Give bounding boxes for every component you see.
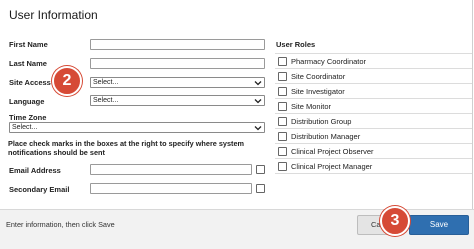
role-label: Distribution Group [291, 117, 352, 126]
role-checkbox[interactable] [278, 132, 287, 141]
role-label: Site Coordinator [291, 72, 346, 81]
role-label: Site Investigator [291, 87, 345, 96]
role-checkbox[interactable] [278, 87, 287, 96]
email-notify-checkbox[interactable] [256, 165, 265, 174]
footer-message: Enter information, then click Save [6, 220, 115, 229]
role-item: Site Monitor [275, 99, 472, 114]
first-name-label: First Name [9, 40, 48, 49]
role-item: Site Coordinator [275, 69, 472, 84]
role-checkbox[interactable] [278, 72, 287, 81]
language-value: Select... [93, 97, 119, 104]
last-name-label: Last Name [9, 59, 47, 68]
role-label: Pharmacy Coordinator [291, 57, 367, 66]
language-select[interactable]: Select... [90, 95, 265, 106]
time-zone-value: Select... [12, 124, 38, 131]
step-3-badge: 3 [380, 206, 410, 236]
role-checkbox[interactable] [278, 147, 287, 156]
secondary-email-input[interactable] [90, 183, 252, 194]
save-button[interactable]: Save [409, 215, 469, 235]
language-label: Language [9, 97, 45, 106]
role-checkbox[interactable] [278, 102, 287, 111]
role-label: Clinical Project Manager [291, 162, 373, 171]
role-item: Distribution Group [275, 114, 472, 129]
chevron-down-icon [254, 126, 262, 131]
role-item: Clinical Project Manager [275, 159, 472, 174]
notification-note: Place check marks in the boxes at the ri… [8, 139, 245, 157]
site-access-select[interactable]: Select... [90, 77, 265, 88]
chevron-down-icon [254, 81, 262, 86]
secondary-email-label: Secondary Email [9, 185, 70, 194]
role-checkbox[interactable] [278, 162, 287, 171]
role-item: Site Investigator [275, 84, 472, 99]
role-label: Clinical Project Observer [291, 147, 374, 156]
role-item: Clinical Project Observer [275, 144, 472, 159]
last-name-input[interactable] [90, 58, 265, 69]
role-checkbox[interactable] [278, 117, 287, 126]
user-roles-title: User Roles [276, 40, 316, 49]
role-label: Distribution Manager [291, 132, 361, 141]
role-checkbox[interactable] [278, 57, 287, 66]
email-label: Email Address [9, 166, 61, 175]
first-name-input[interactable] [90, 39, 265, 50]
panel-right-border [472, 0, 473, 209]
time-zone-label: Time Zone [9, 113, 47, 122]
email-input[interactable] [90, 164, 252, 175]
user-roles-list: Pharmacy Coordinator Site Coordinator Si… [275, 53, 472, 174]
site-access-value: Select... [93, 79, 119, 86]
role-item: Distribution Manager [275, 129, 472, 144]
role-item: Pharmacy Coordinator [275, 54, 472, 69]
time-zone-select[interactable]: Select... [9, 122, 265, 133]
chevron-down-icon [254, 99, 262, 104]
role-label: Site Monitor [291, 102, 332, 111]
step-2-badge: 2 [52, 66, 82, 96]
page-title: User Information [9, 8, 98, 22]
secondary-email-notify-checkbox[interactable] [256, 184, 265, 193]
site-access-label: Site Access [9, 78, 51, 87]
